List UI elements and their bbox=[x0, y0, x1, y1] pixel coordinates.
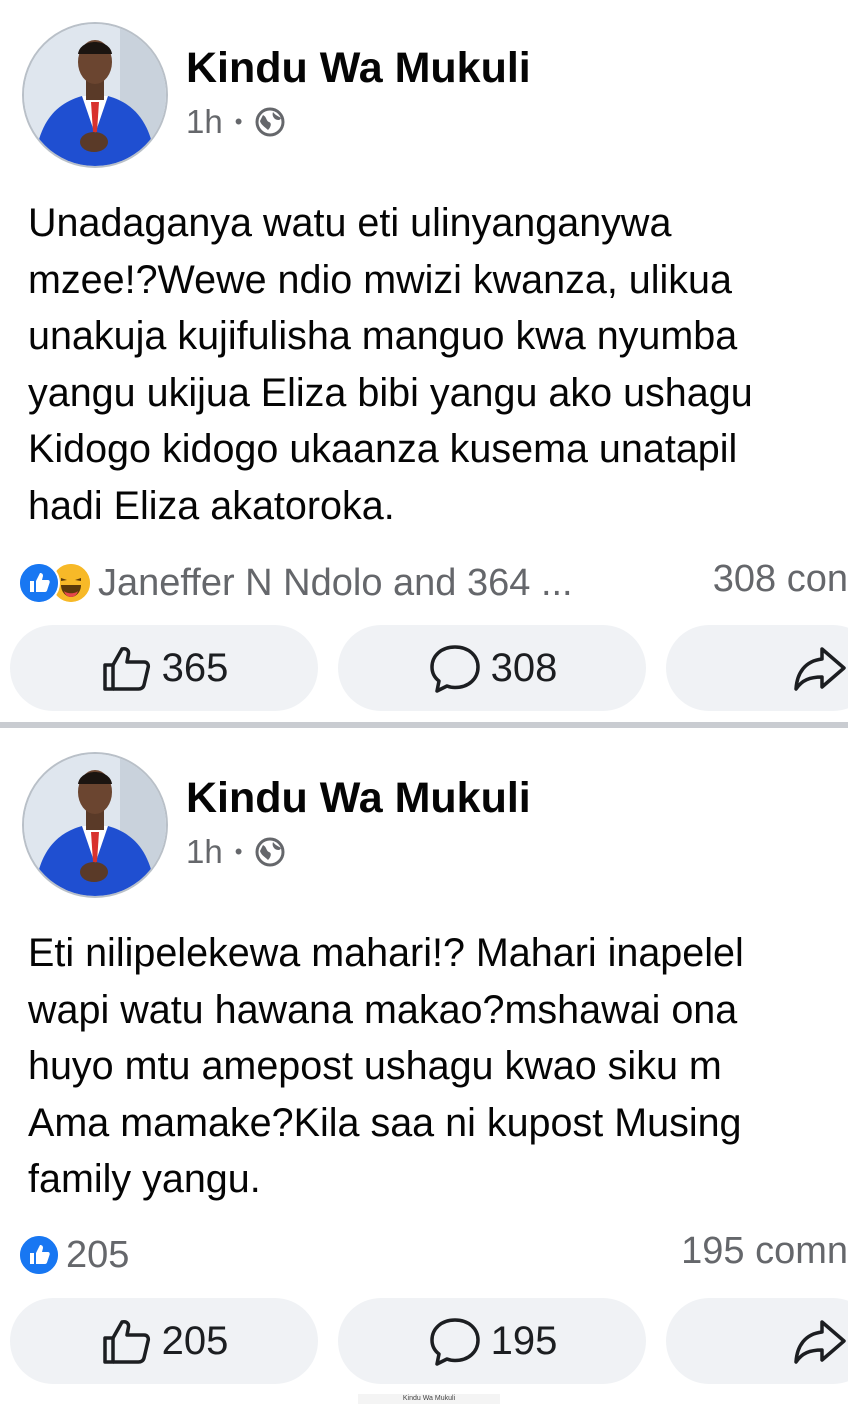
like-button[interactable]: 365 bbox=[10, 625, 318, 711]
profile-photo bbox=[24, 24, 166, 166]
post-text-line: wapi watu hawana makao?mshawai ona bbox=[28, 987, 738, 1032]
post-text: Unadaganya watu eti ulinyanganywa mzee!?W… bbox=[28, 195, 848, 534]
meta-separator: • bbox=[234, 839, 243, 864]
globe-icon bbox=[255, 107, 285, 137]
action-bar: 365 308 bbox=[10, 625, 848, 713]
post-time[interactable]: 1h bbox=[186, 833, 223, 871]
post-divider bbox=[0, 722, 848, 728]
meta-separator: • bbox=[234, 109, 243, 134]
thumbs-up-icon bbox=[102, 647, 150, 691]
profile-photo bbox=[24, 754, 166, 896]
action-bar: 205 195 bbox=[10, 1298, 848, 1386]
post-text-line: yangu ukijua Eliza bibi yangu ako ushagu bbox=[28, 370, 753, 415]
post-text-line: Ama mamake?Kila saa ni kupost Musing bbox=[28, 1100, 742, 1145]
post-text-line: Eti nilipelekewa mahari!? Mahari inapele… bbox=[28, 931, 744, 975]
comment-bubble-icon bbox=[429, 1318, 480, 1366]
share-button[interactable] bbox=[666, 625, 848, 711]
avatar[interactable] bbox=[22, 22, 168, 168]
like-button[interactable]: 205 bbox=[10, 1298, 318, 1384]
like-count: 365 bbox=[161, 645, 229, 690]
post-text-line: Kidogo kidogo ukaanza kusema unatapil bbox=[28, 427, 738, 471]
post-text: Eti nilipelekewa mahari!? Mahari inapele… bbox=[28, 925, 848, 1208]
author-name[interactable]: Kindu Wa Mukuli bbox=[186, 774, 531, 823]
comment-bubble-icon bbox=[429, 645, 480, 693]
post-text-line: mzee!?Wewe ndio mwizi kwanza, ulikua bbox=[28, 257, 732, 302]
share-arrow-icon bbox=[794, 1320, 846, 1364]
post-2: Kindu Wa Mukuli 1h • Eti nilipelekewa ma… bbox=[0, 730, 848, 1398]
comments-count[interactable]: 195 comn bbox=[681, 1230, 848, 1273]
post-meta: 1h • bbox=[186, 103, 286, 141]
share-button[interactable] bbox=[666, 1298, 848, 1384]
post-text-line: unakuja kujifulisha manguo kwa nyumba bbox=[28, 314, 738, 358]
comment-button[interactable]: 195 bbox=[338, 1298, 646, 1384]
post-1: Kindu Wa Mukuli 1h • Unadaganya watu eti… bbox=[0, 0, 848, 722]
post-meta: 1h • bbox=[186, 833, 286, 871]
post-text-line: Unadaganya watu eti ulinyanganywa bbox=[28, 201, 672, 245]
share-arrow-icon bbox=[794, 647, 846, 691]
avatar[interactable] bbox=[22, 752, 168, 898]
comment-button[interactable]: 308 bbox=[338, 625, 646, 711]
reactions-summary[interactable]: 205 195 comn bbox=[18, 1230, 848, 1280]
reactions-text: Janeffer N Ndolo and 364 ... bbox=[98, 561, 573, 604]
post-text-line: hadi Eliza akatoroka. bbox=[28, 483, 395, 528]
post-text-line: huyo mtu amepost ushagu kwao siku m bbox=[28, 1044, 722, 1088]
comment-count: 308 bbox=[490, 645, 558, 690]
post-text-line: family yangu. bbox=[28, 1157, 261, 1201]
reactions-text: 205 bbox=[66, 1233, 130, 1276]
like-icon bbox=[18, 562, 60, 604]
like-icon bbox=[18, 1234, 60, 1276]
thumbs-up-icon bbox=[102, 1320, 150, 1364]
post-time[interactable]: 1h bbox=[186, 103, 223, 141]
comment-count: 195 bbox=[490, 1318, 558, 1363]
reaction-icons bbox=[18, 1234, 60, 1276]
comments-count[interactable]: 308 con bbox=[713, 558, 848, 601]
author-name[interactable]: Kindu Wa Mukuli bbox=[186, 44, 531, 93]
cropped-next-post-fragment: Kindu Wa Mukuli bbox=[358, 1394, 500, 1404]
reaction-icons bbox=[18, 562, 92, 604]
like-count: 205 bbox=[161, 1318, 229, 1363]
reactions-summary[interactable]: Janeffer N Ndolo and 364 ... 308 con bbox=[18, 558, 848, 608]
globe-icon bbox=[255, 837, 285, 867]
